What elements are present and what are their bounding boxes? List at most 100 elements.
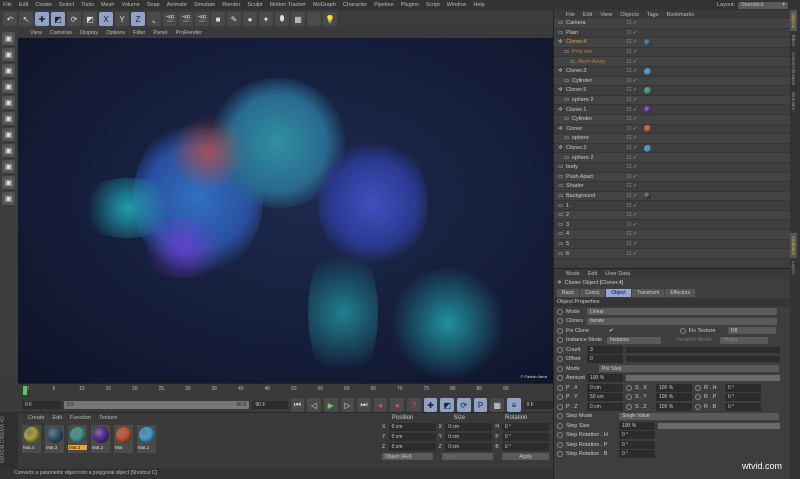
visibility-check-icon[interactable]: ☐ ✓	[627, 222, 637, 228]
object-menu-file[interactable]: File	[566, 12, 575, 18]
mode2-dropdown[interactable]: Per Step	[599, 365, 779, 373]
animate-icon[interactable]	[557, 403, 563, 410]
visibility-check-icon[interactable]: ☐ ✓	[627, 135, 637, 141]
param-field[interactable]: 0 °	[619, 440, 655, 449]
visibility-check-icon[interactable]: ☐ ✓	[627, 183, 637, 189]
visibility-check-icon[interactable]: ☐ ✓	[627, 212, 637, 218]
light-icon[interactable]: 💡	[323, 12, 337, 26]
param-field[interactable]: 100 %	[656, 383, 692, 392]
keyframe-selection-icon[interactable]: ?	[407, 398, 421, 412]
apply-button[interactable]: Apply	[501, 453, 549, 460]
render-view-icon[interactable]: 🎬	[163, 12, 177, 26]
param-field[interactable]: 0 cm	[587, 402, 623, 411]
dock-tab-attributes[interactable]: Attributes	[790, 232, 797, 258]
object-menu-tags[interactable]: Tags	[647, 12, 659, 18]
go-to-end-icon[interactable]: ⏭	[357, 398, 371, 412]
menu-character[interactable]: Character	[343, 2, 367, 8]
menu-snap[interactable]: Snap	[147, 2, 160, 8]
animate-icon[interactable]	[557, 384, 563, 391]
visibility-check-icon[interactable]: ☐ ✓	[627, 193, 637, 199]
floor-icon[interactable]: ▦	[291, 12, 305, 26]
visibility-check-icon[interactable]: ☐ ✓	[627, 49, 637, 55]
subdivision-icon[interactable]: ●	[243, 12, 257, 26]
object-row[interactable]: ▭ Background ☐ ✓	[554, 191, 790, 202]
visibility-check-icon[interactable]: ☐ ✓	[627, 68, 637, 74]
coordinate-field[interactable]: 0 cm	[445, 433, 493, 441]
move-icon[interactable]: ✚	[35, 12, 49, 26]
material-swatch[interactable]: Mat.1	[137, 425, 156, 453]
rotation-key-icon[interactable]: ⟳	[457, 398, 471, 412]
menu-select[interactable]: Select	[59, 2, 74, 8]
instance-mode-dropdown[interactable]: Instance	[607, 336, 661, 344]
material-menu-texture[interactable]: Texture	[99, 415, 117, 421]
material-menu-create[interactable]: Create	[28, 415, 45, 421]
visibility-check-icon[interactable]: ☐ ✓	[627, 241, 637, 247]
timeline[interactable]: 0 5 10 15 20 25 30 35 40 45 50 55 60 65 70 75 80 85 90	[18, 383, 553, 398]
visibility-check-icon[interactable]: ☐ ✓	[627, 20, 637, 26]
object-row[interactable]: ▭ 4 ☐ ✓	[554, 230, 790, 240]
go-to-start-icon[interactable]: ⏮	[290, 398, 305, 412]
recent-tool-icon[interactable]: ◩	[83, 12, 97, 26]
fix-clone-checkbox[interactable]: ✔	[609, 328, 614, 334]
animate-icon[interactable]	[626, 384, 632, 391]
polygons-mode-icon[interactable]: ▣	[2, 128, 15, 141]
model-mode-icon[interactable]: ▣	[2, 48, 15, 61]
tab-object[interactable]: Object	[606, 288, 631, 297]
material-swatch[interactable]: Mat.2	[91, 425, 110, 453]
viewport[interactable]: © Fabian Ilarra	[18, 38, 553, 383]
object-menu-objects[interactable]: Objects	[620, 12, 639, 18]
amount-field[interactable]: 100 %	[587, 374, 623, 383]
param-field[interactable]: 0 °	[619, 431, 655, 440]
parameter-key-icon[interactable]: P	[473, 398, 488, 412]
visibility-check-icon[interactable]: ☐ ✓	[627, 164, 637, 170]
current-frame-field[interactable]: 0 F	[22, 401, 62, 409]
menu-file[interactable]: File	[3, 2, 12, 8]
coordinate-field[interactable]: 0 cm	[388, 423, 436, 431]
viewport-menu-prorender[interactable]: ProRender	[175, 30, 202, 36]
viewport-menu-options[interactable]: Options	[106, 30, 125, 36]
object-row[interactable]: ▭ 3 ☐ ✓	[554, 220, 790, 231]
step-size-slider[interactable]	[658, 422, 780, 429]
object-row[interactable]: ▭ Poly net ☐ ✓	[554, 48, 790, 58]
param-field[interactable]: 0 °	[725, 402, 761, 411]
animate-icon[interactable]	[557, 451, 563, 458]
material-swatch[interactable]: Mat.3	[45, 425, 64, 453]
param-field[interactable]: 0 °	[619, 450, 655, 459]
z-axis-icon[interactable]: Z	[131, 12, 145, 26]
mode-dropdown[interactable]: Linear	[587, 308, 777, 316]
object-row[interactable]: ✲ Cloner.4 ☐ ✓	[554, 38, 790, 48]
make-editable-icon[interactable]: ▣	[2, 32, 15, 45]
material-swatch[interactable]: Mat.3	[68, 425, 87, 453]
render-settings-icon[interactable]: 🎬	[195, 12, 209, 26]
visibility-check-icon[interactable]: ☐ ✓	[627, 87, 637, 93]
count-field[interactable]: 3	[587, 345, 623, 354]
object-row[interactable]: ✲ Cloner.2 ☐ ✓	[554, 144, 790, 154]
rotate-icon[interactable]: ⟳	[67, 12, 81, 26]
point-level-icon[interactable]: ▦	[490, 398, 504, 412]
object-menu-edit[interactable]: Edit	[583, 12, 592, 18]
viewport-menu-filter[interactable]: Filter	[133, 30, 145, 36]
animate-icon[interactable]	[557, 394, 563, 401]
right-frame-field[interactable]: 0 F	[523, 401, 553, 409]
coordinate-field[interactable]: 0 °	[501, 433, 550, 441]
amount-slider[interactable]	[626, 375, 780, 382]
material-menu-function[interactable]: Function	[70, 415, 91, 421]
material-menu-edit[interactable]: Edit	[53, 415, 62, 421]
coordinate-mode-dropdown[interactable]: Object (Rel)	[382, 453, 433, 460]
tab-coord[interactable]: Coord.	[580, 288, 606, 297]
viewport-mode-dropdown[interactable]: Object	[720, 336, 768, 344]
animate-icon[interactable]	[695, 403, 701, 410]
playhead[interactable]	[23, 386, 27, 395]
object-row[interactable]: ▭ Atom Array ☐ ✓	[554, 57, 790, 67]
param-field[interactable]: 100 %	[656, 393, 692, 402]
param-field[interactable]: 0 °	[725, 383, 761, 392]
size-mode-dropdown[interactable]: Size	[441, 453, 493, 460]
menu-motion-tracker[interactable]: Motion Tracker	[270, 2, 306, 8]
menu-mograph[interactable]: MoGraph	[313, 2, 336, 8]
coordinate-field[interactable]: 0 °	[501, 443, 550, 451]
visibility-check-icon[interactable]: ☐ ✓	[627, 116, 637, 122]
select-icon[interactable]: ↖	[19, 12, 33, 26]
menu-render[interactable]: Render	[222, 2, 240, 8]
menu-animate[interactable]: Animate	[167, 2, 187, 8]
fix-texture-dropdown[interactable]: Off	[727, 327, 776, 335]
